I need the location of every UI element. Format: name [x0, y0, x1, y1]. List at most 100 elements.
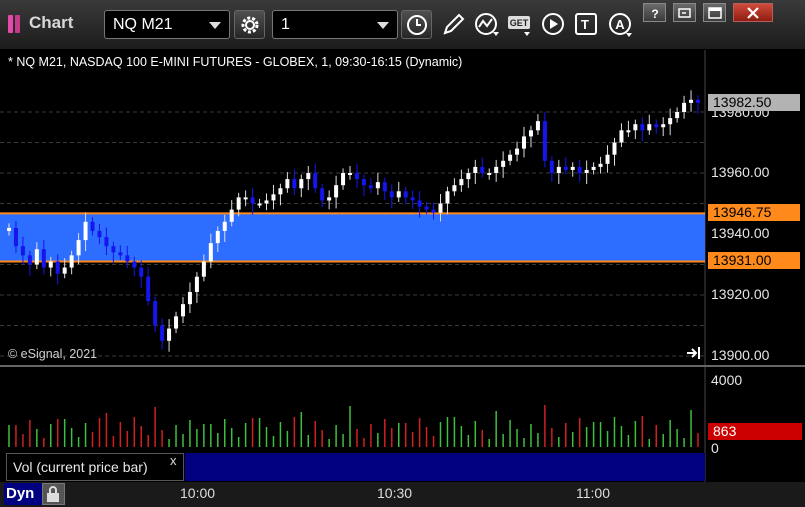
pencil-icon — [443, 13, 465, 35]
candle-body — [480, 166, 485, 173]
restore-icon — [678, 8, 691, 18]
clock-icon — [407, 15, 427, 35]
help-button[interactable]: ? — [643, 3, 666, 22]
last-price-tag: 13982.50 — [708, 94, 800, 111]
settings-button[interactable] — [234, 10, 265, 39]
candle-body — [341, 173, 346, 186]
candle-body — [348, 173, 353, 175]
candle-body — [382, 182, 387, 192]
candle-body — [62, 267, 67, 274]
candle-body — [591, 166, 596, 170]
time-axis-label: 10:30 — [377, 485, 413, 501]
play-icon — [542, 13, 564, 35]
maximize-icon — [708, 7, 722, 19]
candle-body — [250, 197, 255, 204]
candle-body — [549, 160, 554, 173]
candle-body — [55, 261, 60, 274]
candle-body — [34, 249, 39, 265]
candle-body — [271, 194, 276, 201]
candle-body — [661, 124, 666, 128]
text-tool-button[interactable]: T — [572, 10, 602, 39]
svg-text:A: A — [615, 17, 625, 32]
candle-body — [508, 154, 513, 161]
window-title: Chart — [29, 13, 74, 32]
candle-body — [417, 200, 422, 207]
upper-line-price-tag[interactable]: 13946.75 — [708, 204, 800, 221]
chart-app-icon — [8, 15, 22, 33]
candle-body — [334, 185, 339, 198]
studies-icon — [475, 13, 499, 36]
dynamic-mode-button[interactable]: Dyn — [4, 483, 42, 505]
text-tool-icon: T — [575, 13, 597, 35]
candle-body — [76, 240, 81, 256]
candle-body — [501, 160, 506, 167]
maximize-button[interactable] — [703, 3, 726, 22]
candle-body — [48, 261, 53, 268]
scroll-to-end-button[interactable] — [686, 346, 702, 360]
candle-body — [97, 230, 102, 238]
candle-body — [132, 261, 137, 268]
chart-area[interactable]: * NQ M21, NASDAQ 100 E-MINI FUTURES - GL… — [0, 50, 805, 482]
price-axis-label: 13960.00 — [711, 164, 770, 180]
candle-body — [612, 142, 617, 155]
close-button[interactable] — [733, 3, 773, 22]
price-axis-label: 13900.00 — [711, 347, 770, 363]
candle-body — [682, 102, 687, 112]
candle-body — [20, 246, 25, 256]
candle-body — [389, 191, 394, 198]
candle-body — [69, 255, 74, 268]
candle-body — [689, 99, 694, 103]
lock-button[interactable] — [42, 483, 65, 505]
get-icon: GET — [508, 16, 530, 36]
candle-body — [327, 197, 332, 201]
symbol-combo[interactable]: NQ M21 — [104, 10, 230, 39]
volume-axis-bottom: 0 — [711, 440, 719, 456]
drawing-tool-button[interactable] — [438, 10, 468, 39]
price-chart[interactable] — [0, 50, 805, 482]
candle-body — [313, 173, 318, 189]
time-template-button[interactable] — [401, 10, 432, 39]
close-icon — [747, 7, 759, 19]
candle-body — [215, 230, 220, 244]
candle-body — [299, 179, 304, 189]
candle-body — [556, 166, 561, 173]
candle-body — [187, 291, 192, 305]
lower-line-price-tag[interactable]: 13931.00 — [708, 252, 800, 269]
svg-text:T: T — [581, 17, 589, 32]
get-button[interactable]: GET — [505, 10, 535, 39]
legend-strip — [185, 453, 705, 481]
candle-body — [167, 328, 172, 341]
candle-body — [473, 166, 478, 173]
candle-body — [292, 179, 297, 189]
candle-body — [522, 136, 527, 149]
studies-button[interactable] — [472, 10, 502, 39]
candle-body — [306, 173, 311, 180]
candle-body — [424, 206, 429, 210]
candle-body — [570, 166, 575, 170]
candle-body — [236, 197, 241, 210]
time-axis-bar: Dyn 10:00 10:30 11:00 — [0, 482, 805, 507]
candle-body — [584, 169, 589, 173]
candle-body — [535, 121, 540, 131]
candle-body — [563, 166, 568, 170]
toolbar: Chart NQ M21 1 GET T A ? — [0, 0, 805, 50]
restore-button[interactable] — [673, 3, 696, 22]
candle-body — [125, 255, 130, 262]
candle-body — [640, 124, 645, 131]
alert-button[interactable]: A — [606, 10, 636, 39]
candle-body — [174, 316, 179, 329]
candle-body — [222, 221, 227, 231]
candle-body — [278, 188, 283, 195]
candle-body — [494, 166, 499, 173]
interval-value: 1 — [281, 16, 290, 33]
candle-body — [431, 209, 436, 213]
candle-body — [118, 252, 123, 256]
symbol-value: NQ M21 — [113, 16, 173, 33]
candle-body — [487, 173, 492, 175]
volume-study-label: Vol (current price bar) — [13, 459, 148, 475]
candle-body — [647, 124, 652, 131]
volume-study-legend[interactable]: Vol (current price bar) — [6, 453, 184, 481]
close-study-icon[interactable]: x — [170, 453, 177, 468]
interval-combo[interactable]: 1 — [272, 10, 398, 39]
replay-button[interactable] — [539, 10, 569, 39]
